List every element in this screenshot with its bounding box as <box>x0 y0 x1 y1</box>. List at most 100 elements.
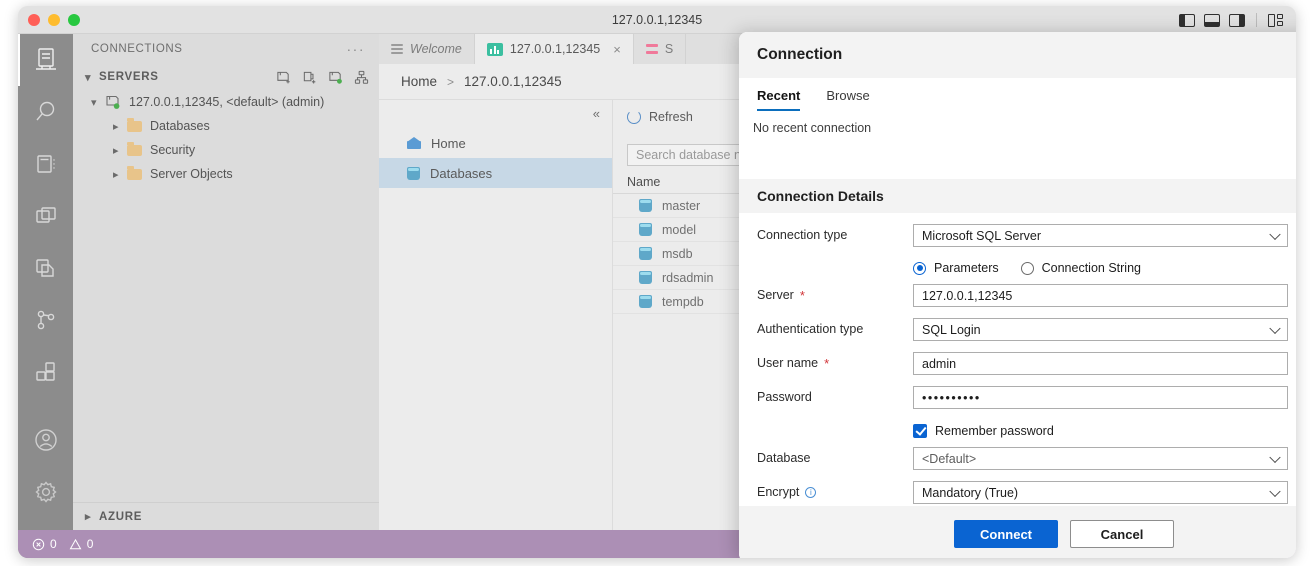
tree-node-databases[interactable]: ▸ Databases <box>73 114 379 138</box>
new-connection-folder-icon[interactable] <box>302 70 317 85</box>
tab-query[interactable]: S <box>634 34 686 64</box>
server-group-icon[interactable] <box>354 70 369 85</box>
tree-node-server-objects[interactable]: ▸ Server Objects <box>73 162 379 186</box>
database-icon <box>407 167 420 180</box>
nav-item-home[interactable]: Home <box>379 128 612 158</box>
activity-item-source-control[interactable] <box>18 294 73 346</box>
activity-item-query-history[interactable] <box>18 190 73 242</box>
database-icon <box>639 247 652 260</box>
tree-node-security[interactable]: ▸ Security <box>73 138 379 162</box>
azure-section-label: AZURE <box>99 511 142 523</box>
tree-node-server[interactable]: ▾ 127.0.0.1,12345, <default> (admin) <box>73 90 379 114</box>
server-node-label: 127.0.0.1,12345, <default> (admin) <box>129 95 324 109</box>
radio-parameters-label[interactable]: Parameters <box>934 261 999 275</box>
customize-layout-icon[interactable] <box>1268 14 1284 27</box>
chevron-right-icon: ▸ <box>113 120 127 133</box>
tab-recent[interactable]: Recent <box>757 88 800 111</box>
dialog-title: Connection <box>739 32 1296 78</box>
connect-server-icon[interactable] <box>328 70 343 85</box>
field-label: Server * <box>757 288 913 303</box>
window-title: 127.0.0.1,12345 <box>18 6 1296 34</box>
user-name-input[interactable]: admin <box>913 352 1288 375</box>
new-connection-icon[interactable] <box>276 70 291 85</box>
sidebar-header: CONNECTIONS ··· <box>73 34 379 64</box>
connection-dialog: Connection Recent Browse No recent conne… <box>739 32 1296 558</box>
field-label: User name * <box>757 356 913 371</box>
account-icon <box>33 427 59 453</box>
database-name: rdsadmin <box>662 271 713 285</box>
activity-item-search[interactable] <box>18 86 73 138</box>
sidebar-more-actions-icon[interactable]: ··· <box>347 41 366 57</box>
field-value: admin <box>922 357 956 371</box>
tab-server-dashboard[interactable]: 127.0.0.1,12345 × <box>475 34 634 64</box>
remember-password-label[interactable]: Remember password <box>935 424 1054 438</box>
activity-item-settings[interactable] <box>18 466 73 518</box>
tab-label: S <box>665 42 673 56</box>
gear-icon <box>33 479 59 505</box>
database-name: tempdb <box>662 295 704 309</box>
chevron-down-icon: ▾ <box>85 71 99 84</box>
nav-item-databases[interactable]: Databases <box>379 158 612 188</box>
field-label: Authentication type <box>757 322 913 337</box>
status-warnings[interactable]: 0 <box>69 537 94 551</box>
activity-item-accounts[interactable] <box>18 414 73 466</box>
database-name: master <box>662 199 700 213</box>
toggle-secondary-sidebar-icon[interactable] <box>1229 14 1245 27</box>
info-icon[interactable]: i <box>805 487 816 498</box>
branch-icon <box>34 308 58 332</box>
encrypt-select[interactable]: Mandatory (True) <box>913 481 1288 504</box>
connection-details-title: Connection Details <box>739 179 1296 213</box>
app-window: 127.0.0.1,12345 <box>18 6 1296 558</box>
chevron-down-icon <box>1269 451 1280 462</box>
sidebar-section-azure[interactable]: ▸ AZURE <box>73 502 379 530</box>
activity-item-extensions[interactable] <box>18 346 73 398</box>
status-errors[interactable]: 0 <box>32 537 57 551</box>
radio-connection-string-label[interactable]: Connection String <box>1042 261 1141 275</box>
field-encrypt: Encrypt i Mandatory (True) <box>739 478 1296 507</box>
collapse-nav-icon[interactable]: « <box>593 106 600 121</box>
chevron-down-icon: ▾ <box>91 96 105 109</box>
tab-browse[interactable]: Browse <box>826 88 869 111</box>
extensions-icon <box>34 360 58 384</box>
cancel-button[interactable]: Cancel <box>1070 520 1174 548</box>
remember-password-checkbox[interactable] <box>913 424 927 438</box>
activity-item-servers[interactable] <box>18 34 73 86</box>
server-input[interactable]: 127.0.0.1,12345 <box>913 284 1288 307</box>
field-value: Mandatory (True) <box>922 486 1018 500</box>
toggle-primary-sidebar-icon[interactable] <box>1179 14 1195 27</box>
sidebar-section-servers[interactable]: ▾ SERVERS <box>73 64 379 90</box>
breadcrumb-current[interactable]: 127.0.0.1,12345 <box>464 74 562 89</box>
chevron-down-icon <box>1269 228 1280 239</box>
activity-bar <box>18 34 73 558</box>
password-input[interactable]: •••••••••• <box>913 386 1288 409</box>
close-tab-icon[interactable]: × <box>613 42 621 57</box>
tree-node-label: Databases <box>150 119 210 133</box>
title-bar: 127.0.0.1,12345 <box>18 6 1296 34</box>
remember-password-row: Remember password <box>739 417 1296 444</box>
activity-item-notebooks[interactable] <box>18 138 73 190</box>
tab-label: 127.0.0.1,12345 <box>510 42 600 56</box>
database-select[interactable]: <Default> <box>913 447 1288 470</box>
breadcrumb-root[interactable]: Home <box>401 74 437 89</box>
required-marker: * <box>800 288 805 303</box>
activity-item-projects[interactable] <box>18 242 73 294</box>
dashboard-chart-icon <box>487 43 503 56</box>
warning-triangle-icon <box>69 538 82 551</box>
chevron-right-icon: ▸ <box>85 510 99 523</box>
error-count: 0 <box>50 537 57 551</box>
radio-parameters[interactable] <box>913 262 926 275</box>
tab-welcome[interactable]: Welcome <box>379 34 475 64</box>
home-icon <box>407 137 421 149</box>
field-label: Encrypt i <box>757 485 913 500</box>
field-value: <Default> <box>922 452 976 466</box>
field-value: SQL Login <box>922 323 981 337</box>
toggle-panel-icon[interactable] <box>1204 14 1220 27</box>
authentication-type-select[interactable]: SQL Login <box>913 318 1288 341</box>
radio-connection-string[interactable] <box>1021 262 1034 275</box>
connect-button[interactable]: Connect <box>954 520 1058 548</box>
connection-form: Connection type Microsoft SQL Server Par… <box>739 213 1296 525</box>
dialog-footer: Connect Cancel <box>739 506 1296 558</box>
field-value: •••••••••• <box>922 391 981 405</box>
servers-section-label: SERVERS <box>99 71 276 83</box>
connection-type-select[interactable]: Microsoft SQL Server <box>913 224 1288 247</box>
